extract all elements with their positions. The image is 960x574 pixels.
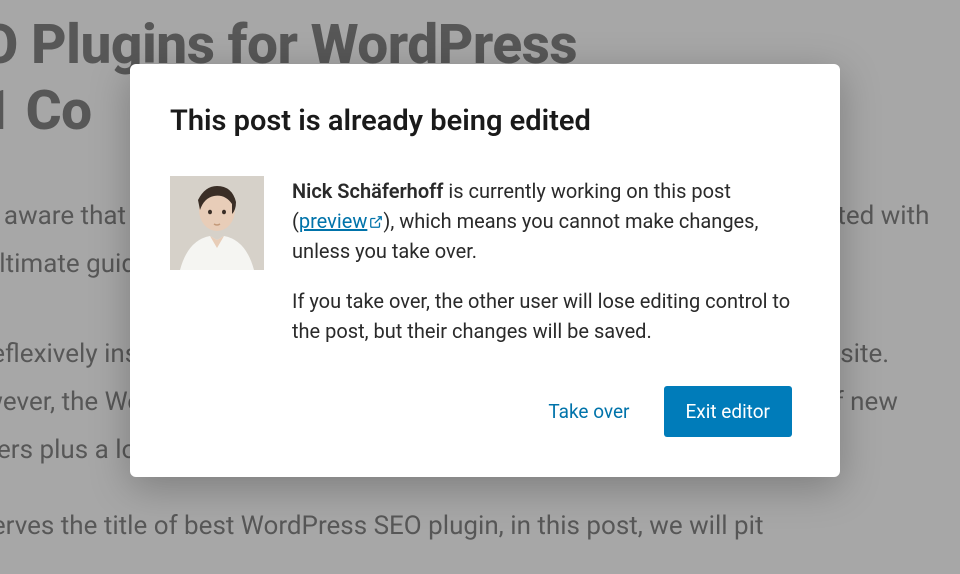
user-avatar bbox=[170, 176, 264, 270]
exit-editor-button[interactable]: Exit editor bbox=[664, 386, 793, 437]
take-over-button[interactable]: Take over bbox=[538, 386, 639, 437]
external-link-icon bbox=[369, 207, 383, 221]
modal-title: This post is already being edited bbox=[170, 104, 792, 138]
post-lock-modal: This post is already being edited Nick S… bbox=[130, 64, 840, 477]
modal-message: Nick Schäferhoff is currently working on… bbox=[292, 176, 792, 346]
locking-user-name: Nick Schäferhoff bbox=[292, 179, 443, 203]
preview-link[interactable]: preview bbox=[299, 209, 384, 233]
modal-warning-text: If you take over, the other user will lo… bbox=[292, 286, 792, 346]
modal-body: Nick Schäferhoff is currently working on… bbox=[170, 176, 792, 346]
modal-actions: Take over Exit editor bbox=[170, 386, 792, 437]
